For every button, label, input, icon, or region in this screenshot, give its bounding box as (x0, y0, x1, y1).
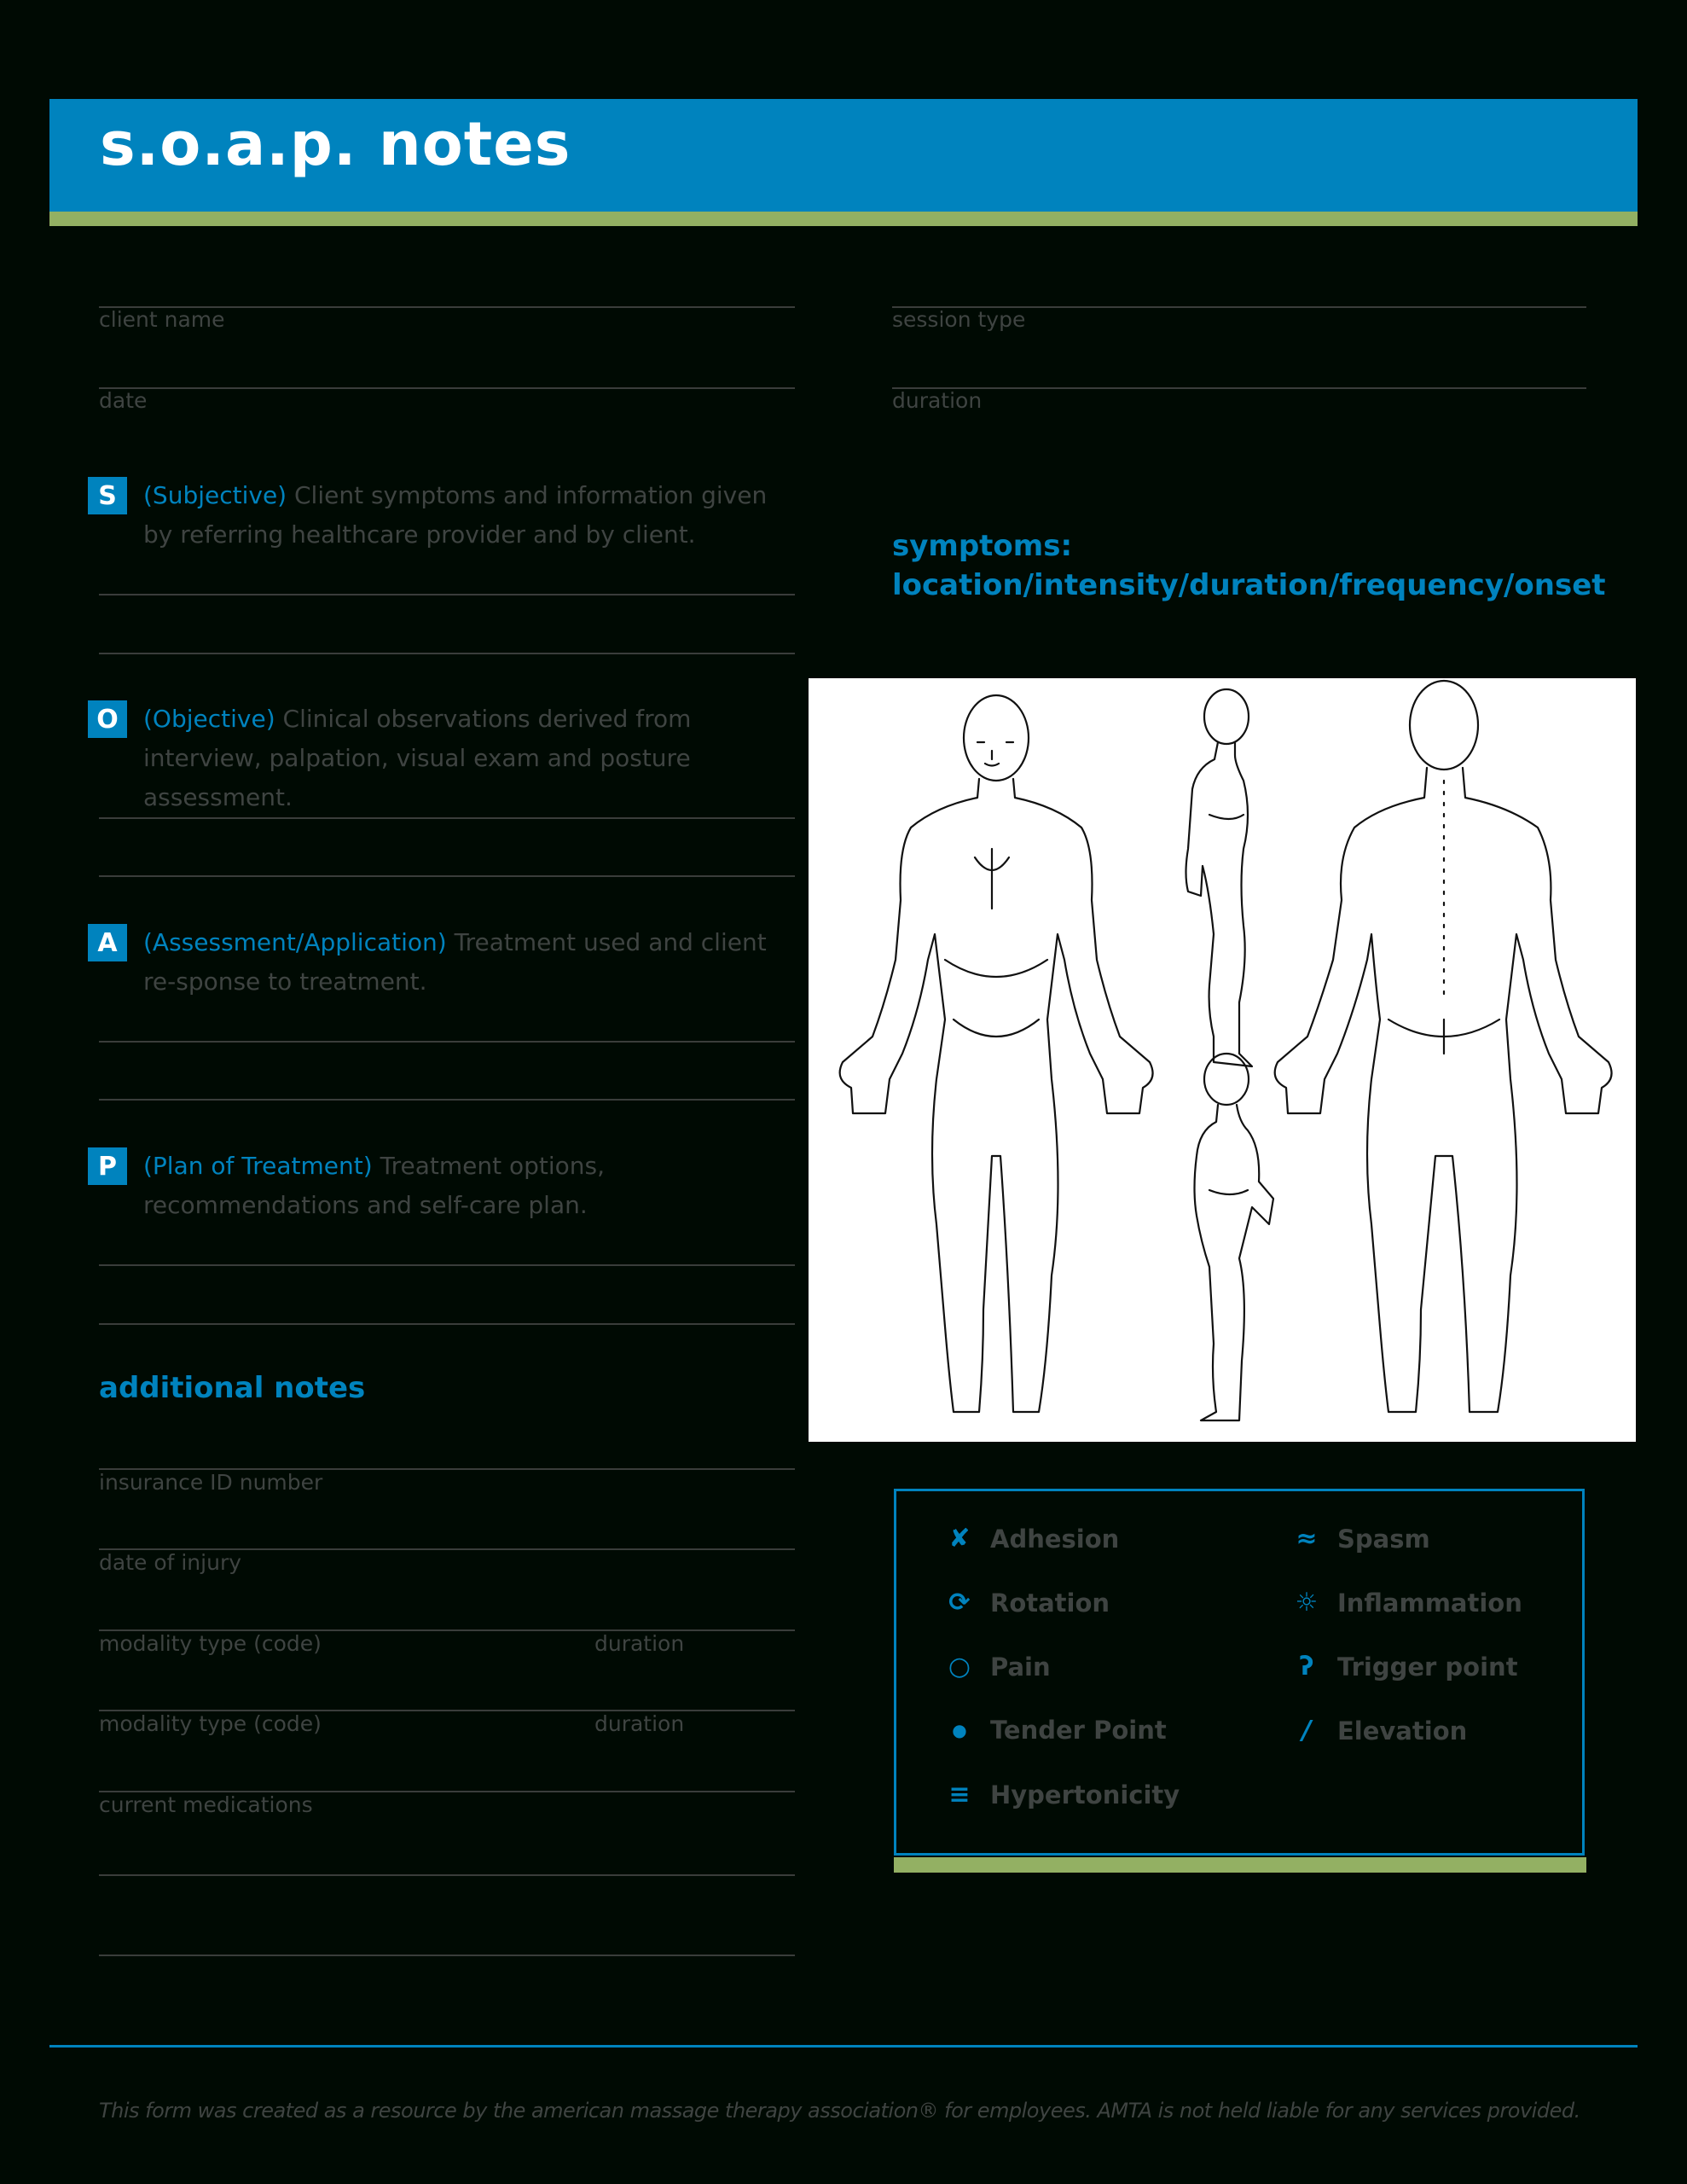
legend-label: Spasm (1337, 1524, 1430, 1554)
symptoms-heading-line1: symptoms: (892, 529, 1073, 563)
soap-objective-text: (Objective) Clinical observations derive… (143, 700, 800, 817)
slash-icon: / (1301, 1716, 1312, 1745)
legend-box: ✘ Adhesion ⟳ Rotation ○ Pain ● Tender Po… (894, 1489, 1585, 1856)
body-diagram[interactable] (809, 678, 1636, 1442)
legend-label: Adhesion (990, 1524, 1120, 1554)
legend-item-inflammation: ☼ Inflammation (1290, 1588, 1522, 1618)
sun-icon: ☼ (1295, 1588, 1319, 1618)
legend-label: Rotation (990, 1588, 1110, 1618)
body-diagram-svg (838, 679, 1613, 1422)
wave-icon: ≈ (1296, 1524, 1318, 1554)
soap-term: (Plan of Treatment) (143, 1152, 373, 1180)
body-side-view-left (1193, 1052, 1275, 1422)
subjective-line-1[interactable] (99, 594, 795, 595)
current-medications-label: current medications (99, 1792, 313, 1817)
dot-icon: ● (952, 1720, 967, 1740)
symptoms-heading-line2: location/intensity/duration/frequency/on… (892, 568, 1606, 602)
legend-accent-band (894, 1857, 1586, 1873)
medications-line-2[interactable] (99, 1874, 795, 1876)
legend-item-spasm: ≈ Spasm (1290, 1524, 1430, 1554)
soap-plan-text: (Plan of Treatment) Treatment options, r… (143, 1147, 800, 1225)
legend-item-tender-point: ● Tender Point (942, 1716, 1167, 1745)
body-back-view (1273, 679, 1613, 1414)
soap-letter-s: S (88, 477, 127, 514)
legend-item-adhesion: ✘ Adhesion (942, 1524, 1119, 1554)
soap-assessment-text: (Assessment/Application) Treatment used … (143, 923, 800, 1002)
hook-icon: ʔ (1299, 1652, 1314, 1682)
legend-item-elevation: / Elevation (1290, 1716, 1468, 1745)
body-front-view (838, 694, 1154, 1414)
modality-type-label-2: modality type (code) (99, 1711, 322, 1736)
footer-divider (49, 2045, 1638, 2048)
soap-letter-a: A (88, 924, 127, 961)
assessment-line-2[interactable] (99, 1099, 795, 1101)
legend-item-hypertonicity: ≡ Hypertonicity (942, 1780, 1180, 1809)
plan-line-1[interactable] (99, 1264, 795, 1266)
modality-duration-label-2: duration (594, 1711, 685, 1736)
date-label: date (99, 388, 148, 413)
header-accent-band (49, 212, 1638, 226)
soap-subjective-text: (Subjective) Client symptoms and informa… (143, 476, 800, 555)
legend-item-rotation: ⟳ Rotation (942, 1588, 1110, 1618)
rotation-icon: ⟳ (948, 1588, 971, 1618)
client-name-label: client name (99, 307, 225, 332)
legend-label: Elevation (1337, 1716, 1468, 1745)
date-field[interactable] (99, 387, 795, 389)
soap-term: (Subjective) (143, 481, 287, 509)
page-title: s.o.a.p. notes (100, 109, 571, 179)
modality-duration-label-1: duration (594, 1631, 685, 1656)
body-side-view-right (1185, 688, 1254, 1068)
triple-bar-icon: ≡ (948, 1780, 971, 1809)
legend-label: Hypertonicity (990, 1780, 1180, 1809)
medications-line-3[interactable] (99, 1955, 795, 1956)
legend-label: Trigger point (1337, 1652, 1518, 1682)
subjective-line-2[interactable] (99, 653, 795, 654)
legend-item-trigger-point: ʔ Trigger point (1290, 1652, 1518, 1682)
x-mark-icon: ✘ (948, 1524, 971, 1554)
additional-notes-heading: additional notes (99, 1371, 366, 1405)
soap-letter-o: O (88, 700, 127, 738)
soap-term: (Objective) (143, 705, 275, 733)
modality-type-label-1: modality type (code) (99, 1631, 322, 1656)
circle-icon: ○ (948, 1652, 971, 1682)
legend-label: Inflammation (1337, 1588, 1522, 1618)
soap-letter-p: P (88, 1147, 127, 1185)
footer-disclaimer: This form was created as a resource by t… (99, 2099, 1580, 2123)
soap-term: (Assessment/Application) (143, 928, 447, 956)
legend-item-pain: ○ Pain (942, 1652, 1051, 1682)
objective-line-2[interactable] (99, 875, 795, 877)
session-type-label: session type (892, 307, 1026, 332)
assessment-line-1[interactable] (99, 1041, 795, 1043)
plan-line-2[interactable] (99, 1323, 795, 1325)
objective-line-1[interactable] (99, 817, 795, 819)
symptoms-heading: symptoms: location/intensity/duration/fr… (892, 526, 1606, 605)
legend-label: Tender Point (990, 1716, 1167, 1745)
duration-field[interactable] (892, 387, 1586, 389)
duration-label: duration (892, 388, 983, 413)
date-of-injury-label: date of injury (99, 1550, 242, 1575)
insurance-id-label: insurance ID number (99, 1470, 323, 1495)
legend-label: Pain (990, 1652, 1051, 1682)
